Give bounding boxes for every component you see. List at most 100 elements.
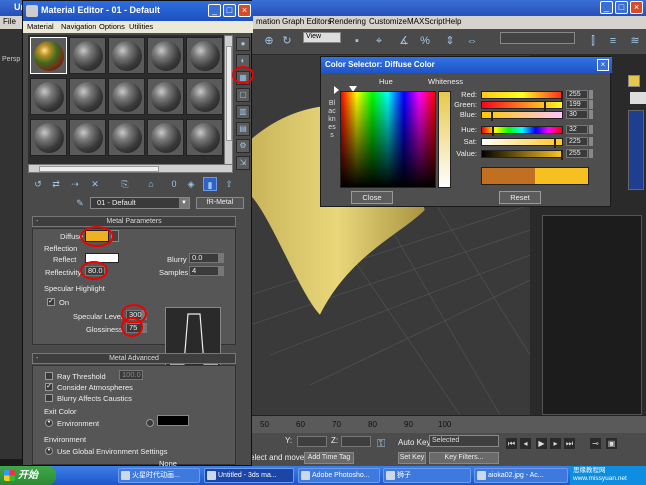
sample-slot[interactable] <box>186 37 223 74</box>
material-name-field[interactable]: 01 - Default ▼ <box>90 197 190 209</box>
ray-threshold-checkbox[interactable] <box>45 372 53 380</box>
menu-maxscript[interactable]: MAXScript <box>407 17 445 26</box>
layer-icon[interactable]: ≡ <box>606 34 620 48</box>
key-filters-button[interactable]: Key Filters... <box>429 452 499 464</box>
sat-spinner[interactable] <box>589 137 593 146</box>
taskbar-item-active[interactable]: Untitled - 3ds ma... <box>204 468 294 483</box>
move-icon[interactable]: ⊕ <box>262 34 276 48</box>
command-panel-field[interactable] <box>630 92 646 104</box>
time-config-icon[interactable]: ▣ <box>606 438 617 449</box>
blue-spinner[interactable] <box>589 110 593 119</box>
samples-spinner[interactable] <box>219 266 224 276</box>
command-panel-list[interactable] <box>628 110 644 190</box>
y-coordinate-field[interactable] <box>297 436 327 447</box>
green-spinner[interactable] <box>589 100 593 109</box>
start-button[interactable]: 开始 <box>0 466 56 485</box>
play-icon[interactable]: ▶ <box>536 438 547 449</box>
close-icon[interactable]: × <box>597 59 609 71</box>
key-icon[interactable]: ⚿ <box>374 437 388 451</box>
blurry-affects-caustics-checkbox[interactable] <box>45 394 53 402</box>
chevron-down-icon[interactable]: ▼ <box>179 198 189 208</box>
blue-field[interactable]: 30 <box>566 110 588 119</box>
go-to-parent-icon[interactable]: ⇧ <box>222 177 236 191</box>
sample-slot[interactable] <box>30 78 67 115</box>
menu-file[interactable]: File <box>3 17 16 26</box>
slots-vertical-scrollbar[interactable] <box>224 35 233 165</box>
whiteness-slider[interactable] <box>438 91 451 188</box>
sample-uv-tiling-icon[interactable]: ▢ <box>236 88 250 102</box>
menu-options[interactable]: Options <box>99 22 125 31</box>
sample-slot[interactable] <box>69 78 106 115</box>
red-spinner[interactable] <box>589 90 593 99</box>
blurry-spinner[interactable] <box>219 253 224 263</box>
options-icon[interactable]: ⚙ <box>236 139 250 153</box>
value-spinner[interactable] <box>589 149 593 158</box>
green-slider[interactable] <box>481 101 563 111</box>
taskbar-item[interactable]: 火星时代动画... <box>118 468 200 483</box>
next-frame-icon[interactable]: ▸ <box>550 438 561 449</box>
sample-slot[interactable] <box>147 37 184 74</box>
sample-slot[interactable] <box>186 78 223 115</box>
red-slider[interactable] <box>481 91 563 101</box>
exit-color-swatch[interactable] <box>157 415 189 426</box>
show-map-icon[interactable]: ◈ <box>184 177 198 191</box>
percent-snap-icon[interactable]: % <box>418 34 432 48</box>
minimize-icon[interactable]: _ <box>208 4 221 17</box>
menu-animation[interactable]: mation <box>256 17 280 26</box>
use-global-env-radio[interactable]: • <box>45 447 53 455</box>
align-icon[interactable]: ⫿ <box>586 34 600 48</box>
timeline[interactable]: 50 60 70 80 90 100 <box>250 415 646 433</box>
z-coordinate-field[interactable] <box>341 436 371 447</box>
close-icon[interactable]: × <box>630 1 643 14</box>
blurry-field[interactable]: 0.0 <box>189 253 219 263</box>
exit-color-radio[interactable] <box>146 419 154 427</box>
maximize-icon[interactable]: □ <box>223 4 236 17</box>
auto-key-button[interactable]: Auto Key <box>398 438 430 447</box>
blue-slider[interactable] <box>481 111 563 121</box>
menu-rendering[interactable]: Rendering <box>329 17 366 26</box>
put-to-library-icon[interactable]: ⌂ <box>144 177 158 191</box>
curve-editor-icon[interactable]: ≋ <box>628 34 642 48</box>
environment-radio[interactable]: • <box>45 419 53 427</box>
taskbar-item[interactable]: aioka02.jpg - Ac... <box>474 468 568 483</box>
spinner-snap-icon[interactable]: ⇕ <box>443 34 457 48</box>
snap-icon[interactable]: ⌖ <box>372 34 386 48</box>
sat-field[interactable]: 225 <box>566 137 588 146</box>
value-slider[interactable] <box>481 150 563 160</box>
metal-parameters-rollout[interactable]: - Metal Parameters <box>32 216 236 227</box>
assign-material-icon[interactable]: ⇢ <box>68 177 82 191</box>
close-icon[interactable]: × <box>238 4 251 17</box>
metal-advanced-rollout[interactable]: - Metal Advanced <box>32 353 236 364</box>
taskbar-item[interactable]: Adobe Photosho... <box>298 468 380 483</box>
menu-utilities[interactable]: Utilities <box>129 22 153 31</box>
consider-atmospheres-checkbox[interactable]: ✓ <box>45 383 53 391</box>
angle-snap-icon[interactable]: ∡ <box>397 34 411 48</box>
value-field[interactable]: 255 <box>566 149 588 158</box>
specular-on-checkbox[interactable]: ✓ <box>47 298 55 306</box>
sample-slot[interactable] <box>108 119 145 156</box>
video-color-check-icon[interactable]: ▥ <box>236 105 250 119</box>
menu-help[interactable]: Help <box>445 17 461 26</box>
set-key-button[interactable]: Set Key <box>398 452 426 464</box>
reset-button[interactable]: Reset <box>499 191 541 204</box>
select-by-material-icon[interactable]: ⇲ <box>236 156 250 170</box>
sample-type-icon[interactable]: ● <box>236 37 250 51</box>
show-end-result-icon[interactable]: ▮ <box>203 177 217 191</box>
pivot-icon[interactable]: ▪ <box>350 34 364 48</box>
blackness-pointer-icon[interactable] <box>334 86 339 94</box>
put-to-scene-icon[interactable]: ⇄ <box>49 177 63 191</box>
sample-slot[interactable] <box>147 119 184 156</box>
sample-slot[interactable] <box>108 37 145 74</box>
sample-slot[interactable] <box>30 119 67 156</box>
sample-slot[interactable] <box>147 78 184 115</box>
sample-slot[interactable] <box>186 119 223 156</box>
red-field[interactable]: 255 <box>566 90 588 99</box>
hue-slider[interactable] <box>481 126 563 136</box>
sample-slot[interactable] <box>108 78 145 115</box>
close-button[interactable]: Close <box>351 191 393 204</box>
minimize-icon[interactable]: _ <box>600 1 613 14</box>
hue-blackness-field[interactable] <box>340 91 436 188</box>
key-mode-icon[interactable]: ⊸ <box>590 438 601 449</box>
material-type-button[interactable]: fR-Metal <box>196 197 244 209</box>
selected-dropdown[interactable]: Selected <box>429 435 499 447</box>
